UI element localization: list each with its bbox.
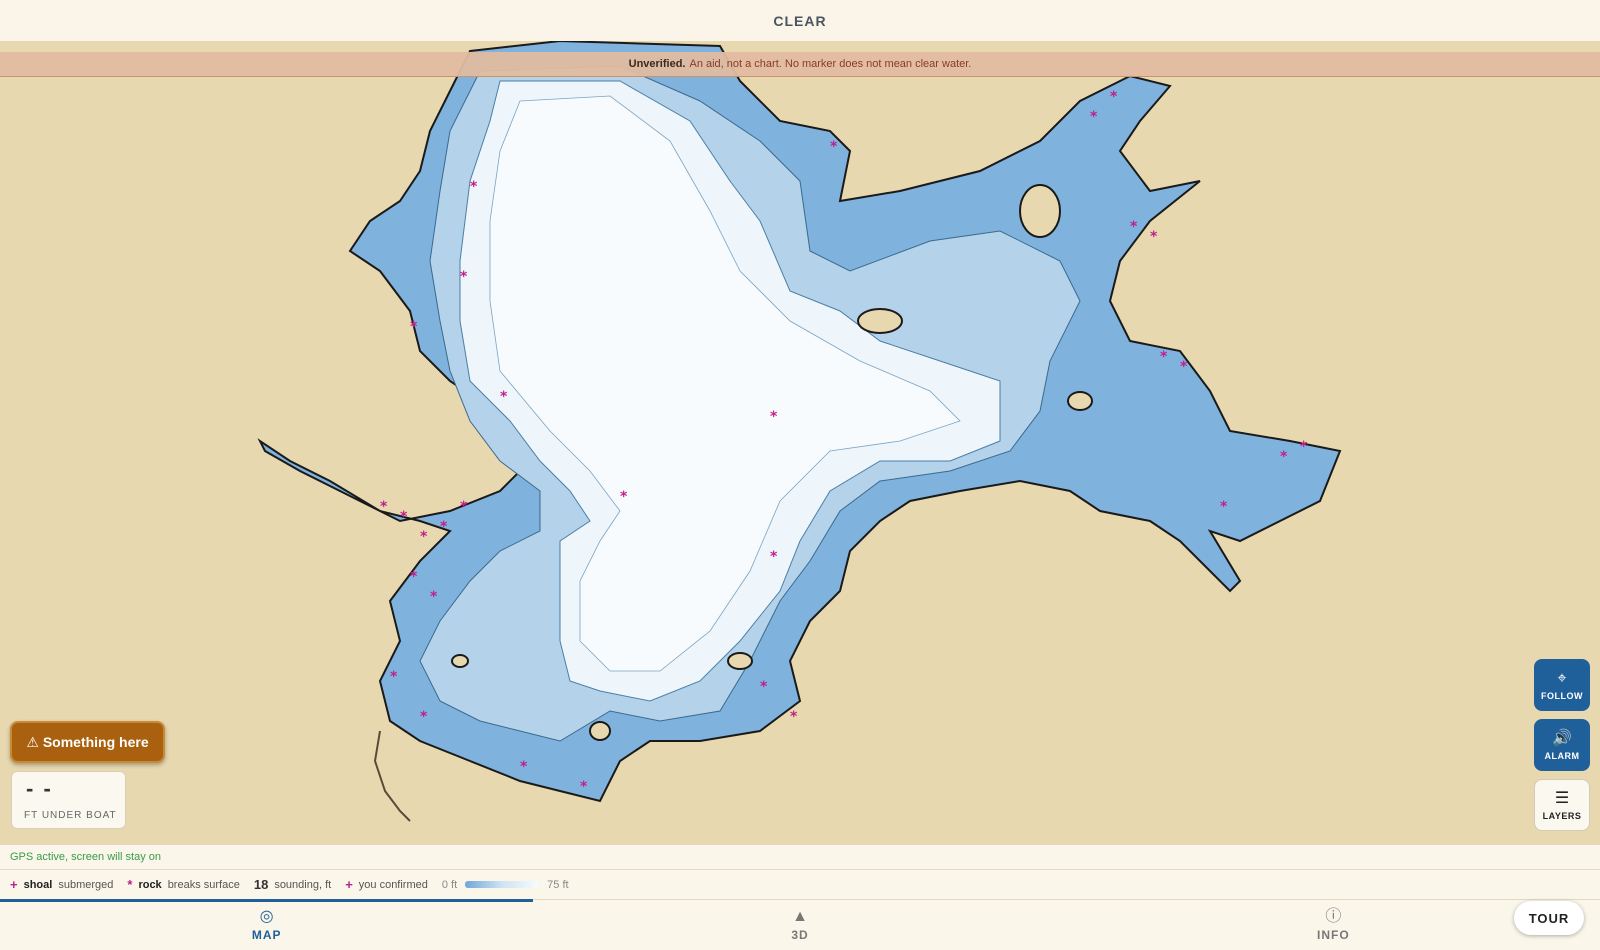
- bathymetry-map[interactable]: * * * * * * * * * * * * * * * * * * * * * * * * * * * * * *: [0, 41, 1600, 844]
- island: [589, 721, 611, 741]
- svg-text:*: *: [1180, 359, 1188, 375]
- map-legend: + shoal submerged * rock breaks surface …: [0, 869, 1600, 899]
- svg-text:*: *: [470, 179, 478, 195]
- follow-label: FOLLOW: [1541, 690, 1583, 701]
- speaker-icon: 🔊: [1552, 729, 1572, 747]
- svg-text:*: *: [430, 589, 438, 605]
- svg-text:*: *: [390, 669, 398, 685]
- svg-text:*: *: [580, 779, 588, 795]
- svg-text:*: *: [1300, 439, 1308, 455]
- depth-readout: - - FT UNDER BOAT: [11, 771, 126, 829]
- svg-text:*: *: [380, 499, 388, 515]
- app-title: CLEAR: [773, 12, 827, 29]
- depth-gradient-bar: [465, 881, 540, 888]
- follow-button[interactable]: ⌖ FOLLOW: [1534, 659, 1590, 711]
- depth-value: - -: [26, 776, 53, 801]
- svg-text:*: *: [1220, 499, 1228, 515]
- report-hazard-button[interactable]: ⚠ Something here: [10, 721, 165, 763]
- tour-button[interactable]: TOUR: [1514, 901, 1584, 935]
- svg-text:*: *: [790, 709, 798, 725]
- legend-rock: * rock breaks surface: [127, 877, 240, 892]
- unverified-warning-banner: Unverified. An aid, not a chart. No mark…: [0, 52, 1600, 77]
- layers-label: LAYERS: [1542, 810, 1582, 821]
- confirmed-icon: +: [345, 877, 353, 892]
- island: [1067, 391, 1093, 411]
- menu-icon: ☰: [1554, 789, 1570, 807]
- svg-text:*: *: [760, 679, 768, 695]
- legend-sounding: 18 sounding, ft: [253, 877, 332, 892]
- island: [1019, 184, 1061, 238]
- map-canvas[interactable]: * * * * * * * * * * * * * * * * * * * * * * * * * * * * * *: [0, 41, 1600, 844]
- report-hazard-label: ⚠ Something here: [26, 733, 149, 750]
- island: [451, 654, 469, 668]
- svg-text:*: *: [500, 389, 508, 405]
- tab-map[interactable]: ◎ MAP: [0, 899, 534, 950]
- svg-text:*: *: [440, 519, 448, 535]
- warning-bold: Unverified.: [628, 58, 686, 70]
- shoal-icon: +: [10, 877, 18, 892]
- island: [857, 308, 903, 334]
- svg-text:*: *: [1130, 219, 1138, 235]
- triangle-icon: ▲: [792, 908, 808, 925]
- svg-text:*: *: [420, 529, 428, 545]
- layers-button[interactable]: ☰ LAYERS: [1534, 779, 1590, 831]
- target-icon: ◎: [259, 908, 274, 925]
- svg-text:*: *: [1110, 89, 1118, 105]
- info-icon: ⓘ: [1325, 908, 1342, 925]
- warning-text: An aid, not a chart. No marker does not …: [689, 58, 972, 70]
- tab-3d[interactable]: ▲ 3D: [533, 900, 1066, 950]
- top-bar: CLEAR: [0, 0, 1600, 41]
- svg-text:*: *: [1150, 229, 1158, 245]
- svg-text:*: *: [420, 709, 428, 725]
- svg-text:*: *: [460, 499, 468, 515]
- depth-unit-label: FT UNDER BOAT: [24, 810, 117, 821]
- svg-text:*: *: [770, 409, 778, 425]
- svg-text:*: *: [520, 759, 528, 775]
- svg-text:*: *: [1160, 349, 1168, 365]
- svg-text:*: *: [410, 319, 418, 335]
- svg-text:*: *: [830, 139, 838, 155]
- svg-text:*: *: [460, 269, 468, 285]
- crosshair-icon: ⌖: [1557, 669, 1567, 687]
- tour-label: TOUR: [1528, 910, 1570, 926]
- svg-text:*: *: [400, 509, 408, 525]
- alarm-button[interactable]: 🔊 ALARM: [1534, 719, 1590, 771]
- svg-text:*: *: [770, 549, 778, 565]
- depth-scale: 0 ft 75 ft: [441, 878, 569, 891]
- svg-text:*: *: [1090, 109, 1098, 125]
- bottom-tab-bar: ◎ MAP ▲ 3D ⓘ INFO: [0, 899, 1600, 950]
- alarm-label: ALARM: [1544, 750, 1580, 761]
- svg-text:*: *: [410, 569, 418, 585]
- svg-text:*: *: [1280, 449, 1288, 465]
- gps-status: GPS active, screen will stay on: [0, 844, 1600, 869]
- svg-text:*: *: [620, 489, 628, 505]
- legend-shoal: + shoal submerged: [10, 877, 114, 892]
- island: [727, 652, 753, 670]
- legend-confirmed: + you confirmed: [345, 877, 428, 892]
- rock-icon: *: [127, 877, 133, 892]
